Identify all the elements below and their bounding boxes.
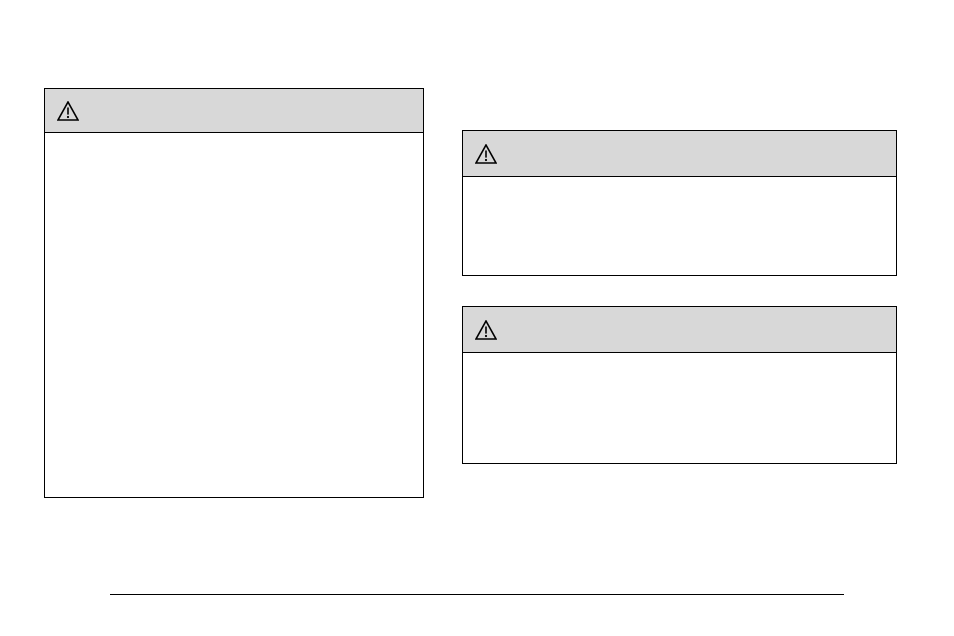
warning-icon bbox=[57, 101, 79, 121]
panel-body bbox=[463, 353, 896, 463]
warning-panel-left bbox=[44, 88, 424, 498]
horizontal-divider bbox=[110, 594, 844, 595]
panel-body bbox=[45, 133, 423, 497]
panel-header bbox=[463, 307, 896, 353]
warning-panel-top-right bbox=[462, 130, 897, 276]
warning-panel-bottom-right bbox=[462, 306, 897, 464]
panel-header bbox=[463, 131, 896, 177]
warning-icon bbox=[475, 144, 497, 164]
panel-body bbox=[463, 177, 896, 275]
warning-icon bbox=[475, 320, 497, 340]
panel-header bbox=[45, 89, 423, 133]
